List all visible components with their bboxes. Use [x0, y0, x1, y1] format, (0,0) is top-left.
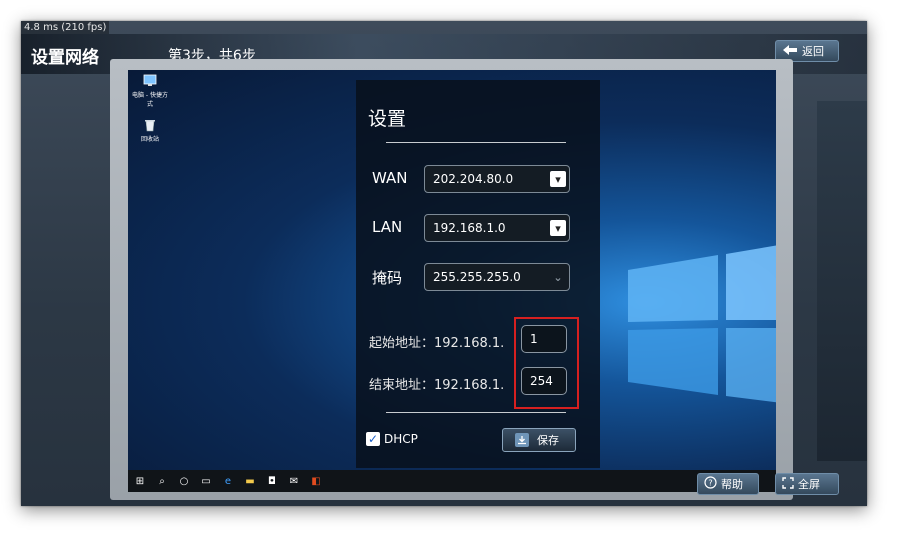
desktop-icon-label: 回收站	[140, 136, 159, 143]
windows-logo	[628, 245, 776, 403]
start-address-input[interactable]: 1	[521, 325, 567, 353]
simulator-window: 4.8 ms (210 fps) 设置网络 第3步，共6步 返回 电脑 - 快捷…	[21, 21, 867, 506]
network-settings-panel: 设置 WAN 202.204.80.0 ▾ LAN 192.168.1.0 ▾ …	[356, 80, 600, 468]
mask-select[interactable]: 255.255.255.0 ⌄	[424, 263, 570, 291]
dhcp-option[interactable]: ✓ DHCP	[366, 432, 418, 446]
windows-taskbar: ⊞ ⌕ ○ ▭ e ▬ ◘ ✉ ◧	[128, 470, 776, 492]
windows-desktop: 电脑 - 快捷方式 回收站 设置 WAN 202.204.80.0 ▾ LAN …	[128, 70, 776, 492]
lan-label: LAN	[372, 218, 403, 236]
fullscreen-button[interactable]: 全屏	[775, 473, 839, 495]
task-view-icon[interactable]: ▭	[200, 475, 212, 487]
bottom-divider	[386, 412, 566, 413]
recycle-bin-icon	[143, 118, 157, 132]
download-icon	[515, 433, 529, 447]
chevron-down-icon[interactable]: ▾	[550, 171, 566, 187]
computer-icon	[143, 74, 157, 88]
start-address-label: 起始地址：192.168.1.	[369, 336, 505, 351]
cortana-icon[interactable]: ○	[178, 475, 190, 487]
wan-label: WAN	[372, 169, 408, 187]
desktop-icon-label: 电脑 - 快捷方式	[132, 92, 168, 108]
chevron-down-icon[interactable]: ⌄	[550, 269, 566, 285]
wan-select[interactable]: 202.204.80.0 ▾	[424, 165, 570, 193]
end-address-value: 254	[530, 374, 553, 388]
mail-icon[interactable]: ✉	[288, 475, 300, 487]
mask-value: 255.255.255.0	[433, 270, 521, 284]
fps-counter: 4.8 ms (210 fps)	[21, 21, 110, 34]
back-label: 返回	[802, 45, 824, 58]
start-menu-icon[interactable]: ⊞	[134, 475, 146, 487]
file-explorer-icon[interactable]: ▬	[244, 475, 256, 487]
save-label: 保存	[537, 434, 559, 447]
lan-select[interactable]: 192.168.1.0 ▾	[424, 214, 570, 242]
store-icon[interactable]: ◘	[266, 475, 278, 487]
end-address-input[interactable]: 254	[521, 367, 567, 395]
end-address-label: 结束地址：192.168.1.	[369, 378, 505, 393]
chevron-down-icon[interactable]: ▾	[550, 220, 566, 236]
dhcp-checkbox[interactable]: ✓	[366, 432, 380, 446]
back-arrow-icon	[782, 44, 798, 59]
help-icon: ?	[704, 476, 717, 492]
dhcp-label: DHCP	[384, 432, 418, 446]
office-icon[interactable]: ◧	[310, 475, 322, 487]
fullscreen-label: 全屏	[798, 478, 820, 491]
edge-browser-icon[interactable]: e	[222, 475, 234, 487]
background-decoration	[817, 101, 867, 461]
mask-label: 掩码	[372, 269, 403, 287]
desktop-icon-computer[interactable]: 电脑 - 快捷方式	[130, 74, 170, 108]
fullscreen-icon	[782, 476, 794, 492]
search-icon[interactable]: ⌕	[156, 475, 168, 487]
desktop-icon-recycle-bin[interactable]: 回收站	[130, 118, 170, 143]
start-address-value: 1	[530, 332, 538, 346]
help-button[interactable]: ? 帮助	[697, 473, 759, 495]
help-label: 帮助	[721, 478, 743, 491]
save-button[interactable]: 保存	[502, 428, 576, 452]
page-title: 设置网络	[31, 48, 99, 68]
svg-text:?: ?	[708, 479, 712, 488]
title-divider	[386, 142, 566, 143]
wan-value: 202.204.80.0	[433, 172, 514, 186]
lan-value: 192.168.1.0	[433, 221, 506, 235]
panel-title: 设置	[368, 108, 407, 130]
